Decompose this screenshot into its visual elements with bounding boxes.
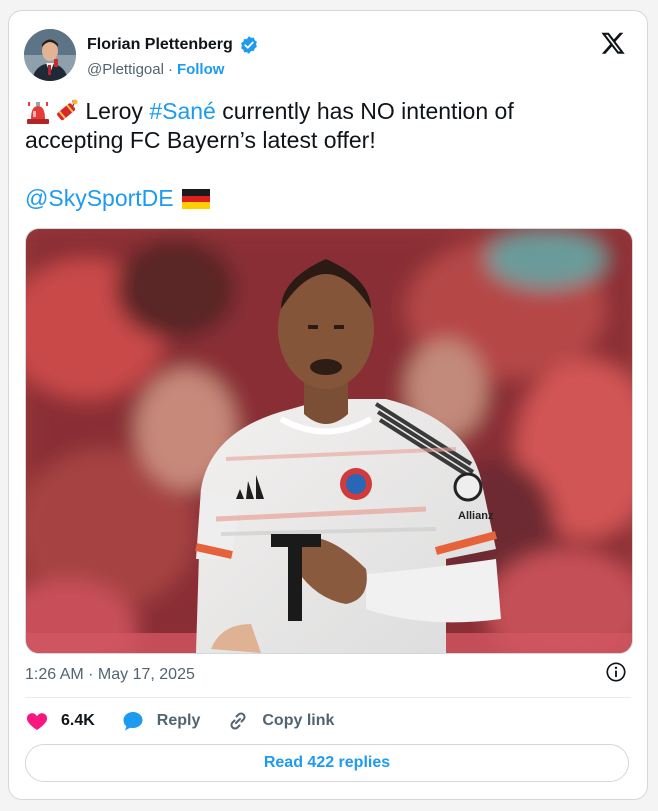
copy-link-button[interactable]: Copy link (226, 709, 334, 733)
author-name-line: Florian Plettenberg (87, 35, 259, 55)
avatar[interactable] (24, 29, 76, 81)
tweet-line-1: Leroy #Sané currently has NO intention o… (25, 97, 625, 126)
heart-icon (26, 713, 48, 730)
verified-badge-icon (240, 36, 257, 54)
info-icon[interactable] (605, 661, 627, 683)
tweet-text-part: Leroy (79, 98, 150, 124)
author-name[interactable]: Florian Plettenberg (87, 36, 233, 54)
tweet-photo[interactable]: Allianz (25, 228, 633, 654)
reply-bubble-icon (123, 712, 143, 731)
author-handle[interactable]: @Plettigoal (87, 61, 164, 78)
mention-link[interactable]: @SkySportDE (25, 184, 174, 213)
tweet-line-3: @SkySportDE (25, 184, 625, 213)
like-button[interactable]: 6.4K (25, 709, 95, 733)
tweet-actions: 6.4K Reply Copy link (25, 709, 334, 733)
tweet-text-part: currently has NO intention of (215, 98, 514, 124)
firecracker-icon (57, 99, 78, 120)
sleeve-sponsor-text: Allianz (458, 510, 494, 522)
separator: · (167, 61, 173, 78)
tweet-card: Florian Plettenberg @Plettigoal · Follow (8, 10, 648, 800)
tweet-line-2: accepting FC Bayern’s latest offer! (25, 126, 625, 155)
divider (25, 697, 631, 698)
reply-label: Reply (156, 712, 201, 729)
tweet-text: Leroy #Sané currently has NO intention o… (25, 97, 625, 213)
rotating-light-icon (27, 101, 49, 124)
like-count: 6.4K (61, 712, 95, 729)
tweet-text-part: accepting FC Bayern’s latest offer! (25, 127, 376, 153)
tweet-timestamp[interactable]: 1:26 AM · May 17, 2025 (25, 666, 195, 684)
link-icon (230, 712, 246, 730)
hashtag-link[interactable]: #Sané (149, 97, 216, 126)
copy-link-label: Copy link (262, 712, 335, 729)
follow-button[interactable]: Follow (177, 61, 225, 78)
read-replies-label: Read 422 replies (263, 754, 391, 771)
reply-button[interactable]: Reply (121, 709, 201, 733)
read-replies-button[interactable]: Read 422 replies (25, 744, 629, 782)
author-handle-line: @Plettigoal · Follow (87, 61, 224, 78)
germany-flag-icon (181, 188, 210, 209)
x-logo-icon[interactable] (599, 30, 627, 56)
